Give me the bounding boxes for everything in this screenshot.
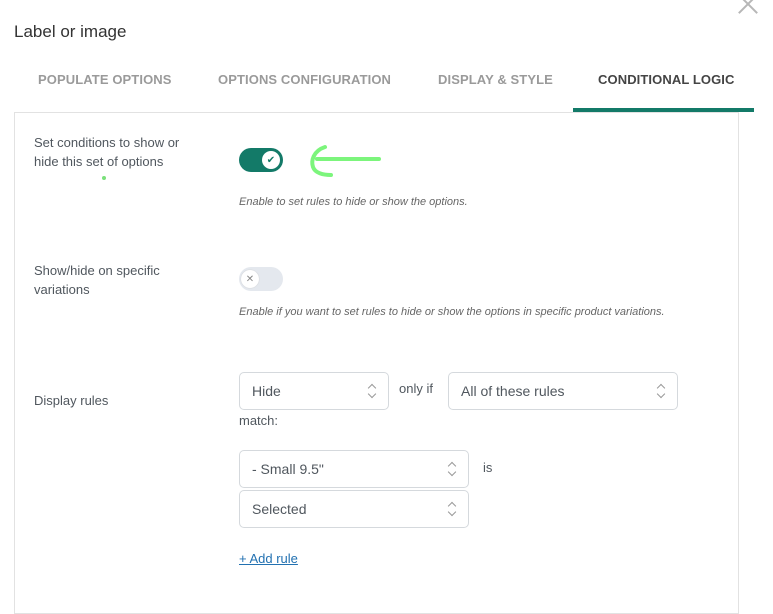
dialog-title: Label or image xyxy=(14,22,127,41)
close-icon[interactable] xyxy=(736,0,760,15)
chevron-updown-icon xyxy=(368,383,376,399)
is-text: is xyxy=(483,460,493,475)
rule-state-select[interactable]: Selected xyxy=(239,490,469,528)
annotation-arrow-icon xyxy=(310,145,381,177)
check-icon: ✔ xyxy=(262,151,280,169)
action-select[interactable]: Hide xyxy=(239,372,389,410)
add-rule-link[interactable]: + Add rule xyxy=(239,551,298,566)
chevron-updown-icon xyxy=(448,461,456,477)
match-select[interactable]: All of these rules xyxy=(448,372,678,410)
conditional-logic-panel xyxy=(14,112,739,614)
match-text: match: xyxy=(239,413,279,428)
rule-field-value: - Small 9.5" xyxy=(252,461,324,477)
set-conditions-label: Set conditions to show or hide this set … xyxy=(34,135,180,169)
tab-options-configuration[interactable]: OPTIONS CONFIGURATION xyxy=(218,72,391,87)
variations-label: Show/hide on specific variations xyxy=(34,263,160,297)
set-conditions-toggle[interactable]: ✔ xyxy=(239,148,283,172)
x-icon: ✕ xyxy=(241,270,259,288)
only-if-text: only if xyxy=(399,381,433,396)
rule-field-select[interactable]: - Small 9.5" xyxy=(239,450,469,488)
variations-help: Enable if you want to set rules to hide … xyxy=(239,306,665,318)
chevron-updown-icon xyxy=(657,383,665,399)
action-select-value: Hide xyxy=(252,383,281,399)
variations-toggle[interactable]: ✕ xyxy=(239,267,283,291)
annotation-dot xyxy=(102,176,106,180)
set-conditions-help: Enable to set rules to hide or show the … xyxy=(239,196,468,208)
tab-conditional-logic[interactable]: CONDITIONAL LOGIC xyxy=(598,72,735,87)
rule-state-value: Selected xyxy=(252,501,307,517)
chevron-updown-icon xyxy=(448,501,456,517)
tab-populate-options[interactable]: POPULATE OPTIONS xyxy=(38,72,172,87)
match-select-value: All of these rules xyxy=(461,383,565,399)
display-rules-label: Display rules xyxy=(34,393,109,408)
tab-display-style[interactable]: DISPLAY & STYLE xyxy=(438,72,553,87)
tab-bar: POPULATE OPTIONS OPTIONS CONFIGURATION D… xyxy=(0,68,760,112)
